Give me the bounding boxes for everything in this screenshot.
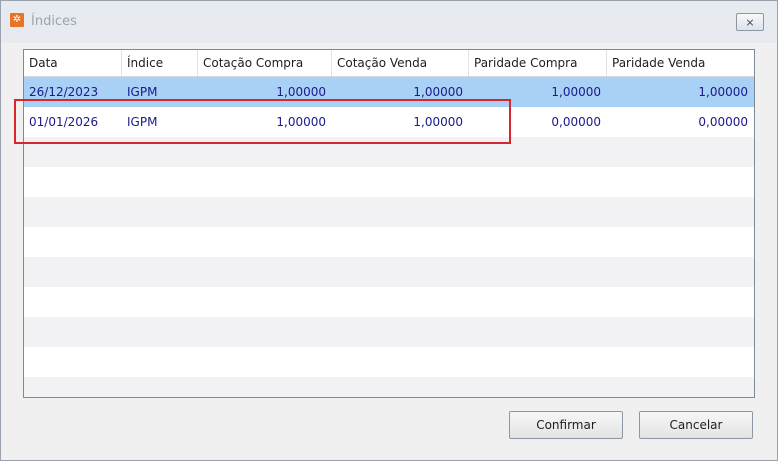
column-header-cotacao-venda[interactable]: Cotação Venda (332, 50, 469, 76)
cell-cotacao-venda: 1,00000 (413, 85, 463, 99)
cell-cotacao-venda: 1,00000 (413, 115, 463, 129)
empty-row (24, 227, 754, 257)
empty-row (24, 257, 754, 287)
indices-grid[interactable]: Data Índice Cotação Compra Cotação Venda… (23, 49, 755, 398)
window-title: Índices (31, 14, 77, 29)
column-header-indice[interactable]: Índice (122, 50, 198, 76)
cell-cotacao-compra: 1,00000 (276, 115, 326, 129)
column-header-data[interactable]: Data (24, 50, 122, 76)
cell-cotacao-compra: 1,00000 (276, 85, 326, 99)
cell-paridade-compra: 1,00000 (551, 85, 601, 99)
cancel-button-label: Cancelar (669, 418, 723, 432)
cell-indice: IGPM (127, 85, 158, 99)
column-header-paridade-venda[interactable]: Paridade Venda (607, 50, 754, 76)
table-row[interactable]: 26/12/2023 IGPM 1,00000 1,00000 1,00000 … (24, 77, 754, 107)
empty-row (24, 377, 754, 397)
table-row[interactable]: 01/01/2026 IGPM 1,00000 1,00000 0,00000 … (24, 107, 754, 137)
cell-data: 01/01/2026 (29, 115, 99, 129)
cell-paridade-venda: 1,00000 (698, 85, 748, 99)
empty-row (24, 197, 754, 227)
cancel-button[interactable]: Cancelar (639, 411, 753, 439)
empty-row (24, 287, 754, 317)
empty-row (24, 347, 754, 377)
column-header-paridade-compra[interactable]: Paridade Compra (469, 50, 607, 76)
app-logo-icon: ✲ (10, 13, 24, 27)
cell-paridade-venda: 0,00000 (698, 115, 748, 129)
grid-header: Data Índice Cotação Compra Cotação Venda… (24, 50, 754, 77)
column-header-cotacao-compra[interactable]: Cotação Compra (198, 50, 332, 76)
close-button[interactable]: ⨯ (736, 13, 764, 31)
empty-row (24, 317, 754, 347)
empty-row (24, 137, 754, 167)
indices-dialog: ✲ Índices ⨯ Data Índice Cotação Compra C… (0, 0, 778, 461)
confirm-button[interactable]: Confirmar (509, 411, 623, 439)
confirm-button-label: Confirmar (536, 418, 596, 432)
cell-indice: IGPM (127, 115, 158, 129)
cell-data: 26/12/2023 (29, 85, 99, 99)
close-icon: ⨯ (745, 15, 755, 29)
empty-row (24, 167, 754, 197)
title-bar: ✲ Índices ⨯ (1, 1, 777, 43)
cell-paridade-compra: 0,00000 (551, 115, 601, 129)
